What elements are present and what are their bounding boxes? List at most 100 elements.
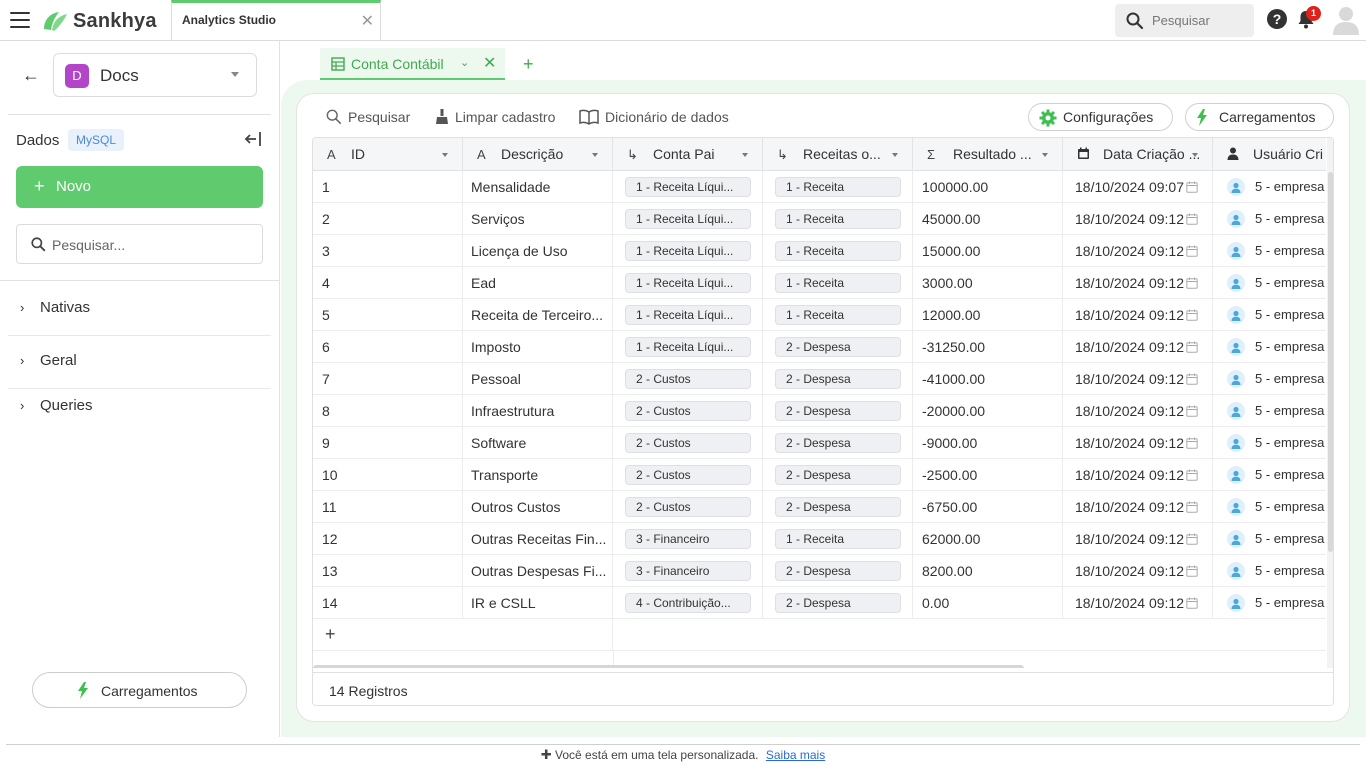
table-cell[interactable]: 1 - Receita: [763, 299, 913, 331]
reference-chip[interactable]: 2 - Despesa: [775, 561, 901, 581]
table-cell[interactable]: 5 - empresa: [1213, 491, 1326, 523]
table-cell[interactable]: -31250.00: [913, 331, 1063, 363]
table-cell[interactable]: 5 - empresa: [1213, 171, 1326, 203]
calendar-icon[interactable]: [1186, 468, 1198, 484]
workspace-selector[interactable]: D Docs: [53, 53, 257, 97]
reference-chip[interactable]: 1 - Receita Líqui...: [625, 241, 751, 261]
table-cell[interactable]: 18/10/2024 09:12: [1063, 459, 1213, 491]
table-cell[interactable]: 2 - Despesa: [763, 395, 913, 427]
table-cell[interactable]: 2 - Custos: [613, 491, 763, 523]
reference-chip[interactable]: 1 - Receita Líqui...: [625, 273, 751, 293]
table-cell[interactable]: -2500.00: [913, 459, 1063, 491]
table-cell[interactable]: 0.00: [913, 587, 1063, 619]
app-tab-analytics-studio[interactable]: Analytics Studio ✕: [171, 0, 381, 41]
table-cell[interactable]: 4 - Contribuição...: [613, 587, 763, 619]
table-cell[interactable]: 2 - Despesa: [763, 459, 913, 491]
table-cell[interactable]: -41000.00: [913, 363, 1063, 395]
table-row[interactable]: 6 Imposto 1 - Receita Líqui... 2 - Despesa -…: [313, 331, 1326, 363]
table-cell[interactable]: 1 - Receita Líqui...: [613, 331, 763, 363]
calendar-icon[interactable]: [1186, 500, 1198, 516]
table-cell[interactable]: 2 - Despesa: [763, 427, 913, 459]
close-icon[interactable]: ✕: [483, 53, 496, 73]
reference-chip[interactable]: 1 - Receita Líqui...: [625, 305, 751, 325]
reference-chip[interactable]: 2 - Despesa: [775, 593, 901, 613]
table-cell[interactable]: 2 - Custos: [613, 459, 763, 491]
reference-chip[interactable]: 1 - Receita: [775, 305, 901, 325]
table-row[interactable]: 8 Infraestrutura 2 - Custos 2 - Despesa -200…: [313, 395, 1326, 427]
table-cell[interactable]: 4: [313, 267, 463, 299]
calendar-icon[interactable]: [1186, 308, 1198, 324]
table-cell[interactable]: Ead: [463, 267, 613, 299]
table-cell[interactable]: 5 - empresa: [1213, 427, 1326, 459]
column-menu-icon[interactable]: [1192, 153, 1198, 157]
reference-chip[interactable]: 2 - Custos: [625, 369, 751, 389]
table-cell[interactable]: Licença de Uso: [463, 235, 613, 267]
table-cell[interactable]: 3000.00: [913, 267, 1063, 299]
calendar-icon[interactable]: [1186, 436, 1198, 452]
column-header[interactable]: Σ Resultado ...: [913, 138, 1063, 171]
reference-chip[interactable]: 3 - Financeiro: [625, 561, 751, 581]
table-cell[interactable]: 2 - Despesa: [763, 555, 913, 587]
table-cell[interactable]: Infraestrutura: [463, 395, 613, 427]
table-row[interactable]: 5 Receita de Terceiro... 1 - Receita Líqui…: [313, 299, 1326, 331]
table-row[interactable]: 4 Ead 1 - Receita Líqui... 1 - Receita 3000.…: [313, 267, 1326, 299]
table-cell[interactable]: 100000.00: [913, 171, 1063, 203]
calendar-icon[interactable]: [1186, 180, 1198, 196]
table-cell[interactable]: 6: [313, 331, 463, 363]
table-cell[interactable]: Outras Receitas Fin...: [463, 523, 613, 555]
table-cell[interactable]: Mensalidade: [463, 171, 613, 203]
column-menu-icon[interactable]: [442, 153, 448, 157]
table-cell[interactable]: 18/10/2024 09:12: [1063, 427, 1213, 459]
sidebar-search-input[interactable]: Pesquisar...: [16, 224, 263, 264]
reference-chip[interactable]: 3 - Financeiro: [625, 529, 751, 549]
table-row[interactable]: 9 Software 2 - Custos 2 - Despesa -9000.00 18…: [313, 427, 1326, 459]
table-row[interactable]: 10 Transporte 2 - Custos 2 - Despesa -2500.0…: [313, 459, 1326, 491]
chevron-down-icon[interactable]: ⌄: [460, 56, 469, 69]
table-cell[interactable]: 1 - Receita Líqui...: [613, 171, 763, 203]
table-cell[interactable]: Imposto: [463, 331, 613, 363]
table-cell[interactable]: 1 - Receita Líqui...: [613, 235, 763, 267]
column-menu-icon[interactable]: [1042, 153, 1048, 157]
horizontal-scrollbar[interactable]: [313, 665, 1024, 668]
data-dictionary-button[interactable]: Dicionário de dados: [579, 107, 729, 127]
table-cell[interactable]: 18/10/2024 09:12: [1063, 267, 1213, 299]
table-cell[interactable]: 3 - Financeiro: [613, 555, 763, 587]
table-cell[interactable]: 18/10/2024 09:12: [1063, 523, 1213, 555]
clear-records-button[interactable]: Limpar cadastro: [435, 107, 555, 127]
calendar-icon[interactable]: [1186, 564, 1198, 580]
tree-item-geral[interactable]: › Geral: [20, 349, 272, 375]
reference-chip[interactable]: 2 - Despesa: [775, 401, 901, 421]
table-cell[interactable]: 5 - empresa: [1213, 523, 1326, 555]
table-cell[interactable]: 5 - empresa: [1213, 587, 1326, 619]
reference-chip[interactable]: 2 - Despesa: [775, 369, 901, 389]
table-cell[interactable]: 8200.00: [913, 555, 1063, 587]
table-cell[interactable]: 5 - empresa: [1213, 459, 1326, 491]
table-cell[interactable]: 1: [313, 171, 463, 203]
settings-button[interactable]: Configurações: [1028, 103, 1173, 131]
table-cell[interactable]: 18/10/2024 09:12: [1063, 395, 1213, 427]
reference-chip[interactable]: 2 - Custos: [625, 433, 751, 453]
calendar-icon[interactable]: [1186, 340, 1198, 356]
help-icon[interactable]: ?: [1267, 9, 1287, 29]
reference-chip[interactable]: 1 - Receita Líqui...: [625, 337, 751, 357]
table-cell[interactable]: 3 - Financeiro: [613, 523, 763, 555]
calendar-icon[interactable]: [1186, 244, 1198, 260]
calendar-icon[interactable]: [1186, 532, 1198, 548]
table-cell[interactable]: Software: [463, 427, 613, 459]
table-row[interactable]: 3 Licença de Uso 1 - Receita Líqui... 1 - R…: [313, 235, 1326, 267]
table-cell[interactable]: -6750.00: [913, 491, 1063, 523]
table-cell[interactable]: 2: [313, 203, 463, 235]
learn-more-link[interactable]: Saiba mais: [766, 748, 825, 762]
table-row[interactable]: 12 Outras Receitas Fin... 3 - Financeiro 1 …: [313, 523, 1326, 555]
table-cell[interactable]: 14: [313, 587, 463, 619]
reference-chip[interactable]: 2 - Custos: [625, 401, 751, 421]
table-cell[interactable]: 18/10/2024 09:12: [1063, 235, 1213, 267]
table-cell[interactable]: 8: [313, 395, 463, 427]
column-header[interactable]: Usuário Cri: [1213, 138, 1326, 171]
table-cell[interactable]: 2 - Despesa: [763, 587, 913, 619]
table-cell[interactable]: 12000.00: [913, 299, 1063, 331]
table-cell[interactable]: 1 - Receita Líqui...: [613, 203, 763, 235]
table-row[interactable]: 14 IR e CSLL 4 - Contribuição... 2 - Despes…: [313, 587, 1326, 619]
table-cell[interactable]: 18/10/2024 09:12: [1063, 555, 1213, 587]
table-cell[interactable]: 1 - Receita: [763, 203, 913, 235]
